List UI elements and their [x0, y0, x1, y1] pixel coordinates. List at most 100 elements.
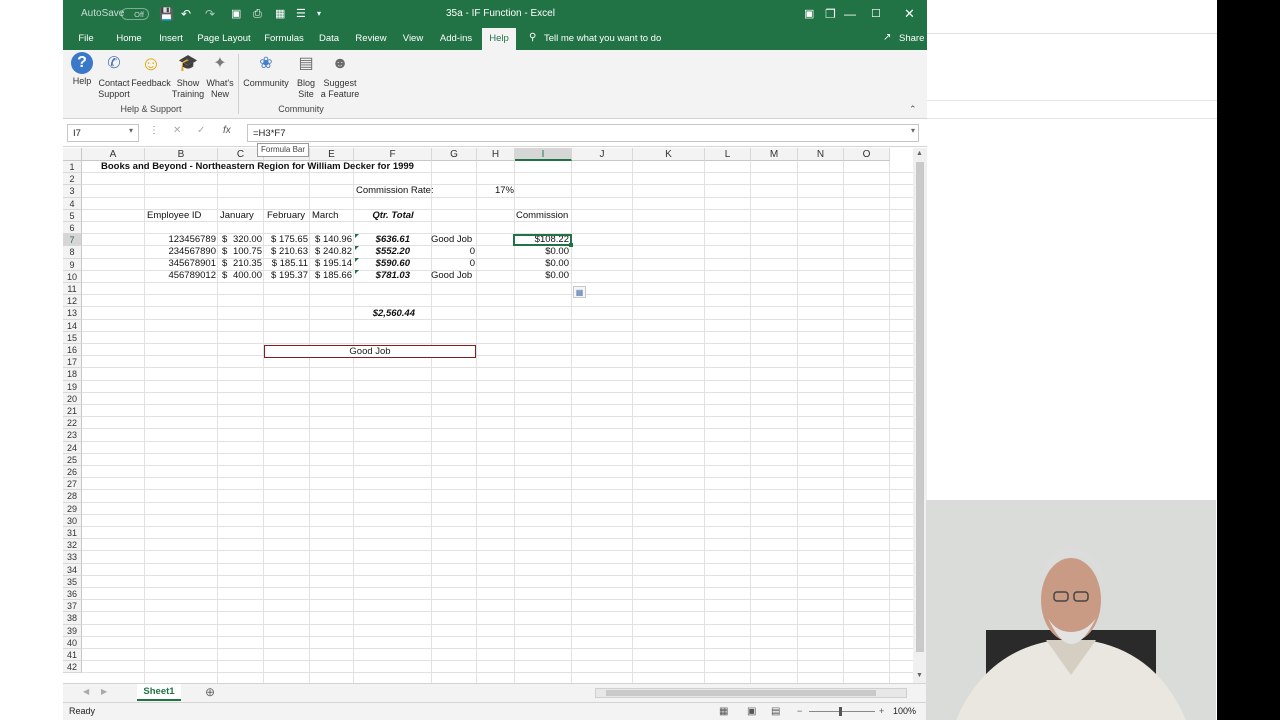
tab-review[interactable]: Review — [353, 28, 389, 50]
row-header-9[interactable]: 9 — [63, 258, 82, 271]
row-header-11[interactable]: 11 — [63, 283, 82, 296]
vertical-scroll-thumb[interactable] — [916, 162, 924, 652]
row-header-3[interactable]: 3 — [63, 185, 82, 198]
row-header-32[interactable]: 32 — [63, 539, 82, 552]
january-cell[interactable]: 400.00 — [229, 270, 262, 282]
screen-clip-icon[interactable]: ▣ — [231, 0, 241, 28]
row-header-37[interactable]: 37 — [63, 600, 82, 613]
column-header-n[interactable]: N — [798, 148, 844, 161]
march-cell[interactable]: $ 195.14 — [311, 258, 352, 270]
error-indicator-icon[interactable] — [355, 246, 359, 250]
fill-handle[interactable] — [569, 243, 573, 247]
expand-formula-bar-icon[interactable]: ▾ — [911, 126, 915, 135]
tab-data[interactable]: Data — [317, 28, 341, 50]
march-cell[interactable]: $ 140.96 — [311, 234, 352, 246]
close-icon[interactable]: ✕ — [904, 0, 915, 28]
print-icon[interactable]: ⎙ — [253, 0, 262, 28]
row-header-22[interactable]: 22 — [63, 417, 82, 430]
commission-rate-label-cell[interactable]: Commission Rate: — [356, 185, 434, 197]
page-layout-view-icon[interactable]: ▣ — [747, 703, 756, 720]
row-header-41[interactable]: 41 — [63, 649, 82, 662]
tab-page-layout[interactable]: Page Layout — [197, 28, 251, 50]
february-cell[interactable]: $ 185.11 — [265, 258, 308, 270]
restore-window-icon[interactable]: ❐ — [825, 0, 836, 28]
blog-site-button[interactable]: ▤ Blog Site — [291, 52, 321, 100]
column-header-f[interactable]: F — [354, 148, 432, 161]
prev-sheet-icon[interactable]: ◀ — [83, 687, 89, 696]
worksheet-grid[interactable]: ABCDEFGHIJKLMNO 123456789101112131415161… — [63, 148, 913, 683]
help-button[interactable]: ? Help — [68, 52, 96, 87]
status-cell[interactable]: 0 — [432, 246, 475, 258]
formula-input[interactable]: =H3*F7 — [247, 124, 919, 142]
feedback-button[interactable]: ☺ Feedback — [131, 52, 171, 89]
commission-cell[interactable]: $0.00 — [515, 270, 569, 282]
column-header-o[interactable]: O — [844, 148, 890, 161]
row-header-1[interactable]: 1 — [63, 161, 82, 174]
row-header-38[interactable]: 38 — [63, 612, 82, 625]
commission-rate-cell[interactable]: 17% — [477, 185, 514, 197]
january-cell[interactable]: 100.75 — [229, 246, 262, 258]
qtr-total-cell[interactable]: $636.61 — [354, 234, 410, 246]
error-indicator-icon[interactable] — [355, 258, 359, 262]
share-button[interactable]: Share — [899, 28, 924, 50]
commission-header-cell[interactable]: Commission — [516, 210, 568, 222]
tab-file[interactable]: File — [71, 28, 101, 50]
horizontal-scrollbar[interactable] — [595, 688, 907, 698]
save-icon[interactable]: 💾 — [159, 0, 174, 28]
february-cell[interactable]: $ 195.37 — [265, 270, 308, 282]
autosave-toggle[interactable]: Off — [121, 8, 149, 20]
employee-id-header-cell[interactable]: Employee ID — [147, 210, 201, 222]
row-header-28[interactable]: 28 — [63, 490, 82, 503]
row-header-15[interactable]: 15 — [63, 331, 82, 344]
qtr-total-cell[interactable]: $590.60 — [354, 258, 410, 270]
row-header-36[interactable]: 36 — [63, 588, 82, 601]
tab-insert[interactable]: Insert — [155, 28, 187, 50]
row-header-23[interactable]: 23 — [63, 429, 82, 442]
column-header-k[interactable]: K — [633, 148, 705, 161]
maximize-icon[interactable]: ☐ — [871, 0, 881, 28]
january-currency-symbol[interactable]: $ — [222, 246, 227, 258]
qtr-total-header-cell[interactable]: Qtr. Total — [354, 210, 432, 222]
grand-total-cell[interactable]: $2,560.44 — [354, 308, 415, 320]
commission-cell[interactable]: $0.00 — [515, 246, 569, 258]
tab-add-ins[interactable]: Add-ins — [437, 28, 475, 50]
ribbon-display-options-icon[interactable]: ▣ — [804, 0, 814, 28]
tab-home[interactable]: Home — [111, 28, 147, 50]
row-header-14[interactable]: 14 — [63, 319, 82, 332]
march-cell[interactable]: $ 240.82 — [311, 246, 352, 258]
tab-help[interactable]: Help — [482, 28, 516, 50]
redo-icon[interactable]: ↷ — [205, 0, 215, 28]
qtr-total-cell[interactable]: $781.03 — [354, 270, 410, 282]
page-break-view-icon[interactable]: ▤ — [771, 703, 780, 720]
commission-cell[interactable]: $0.00 — [515, 258, 569, 270]
january-currency-symbol[interactable]: $ — [222, 270, 227, 282]
show-training-button[interactable]: 🎓 Show Training — [171, 52, 205, 100]
row-header-39[interactable]: 39 — [63, 624, 82, 637]
row-header-27[interactable]: 27 — [63, 478, 82, 491]
column-header-g[interactable]: G — [432, 148, 477, 161]
employee-id-cell[interactable]: 456789012 — [147, 270, 216, 282]
row-header-2[interactable]: 2 — [63, 173, 82, 186]
column-header-b[interactable]: B — [145, 148, 218, 161]
row-header-25[interactable]: 25 — [63, 453, 82, 466]
qtr-total-cell[interactable]: $552.20 — [354, 246, 410, 258]
enter-entry-icon[interactable]: ✓ — [197, 125, 205, 136]
column-header-m[interactable]: M — [751, 148, 798, 161]
column-header-a[interactable]: A — [82, 148, 145, 161]
share-icon[interactable]: ↗ — [883, 32, 891, 43]
error-indicator-icon[interactable] — [355, 270, 359, 274]
employee-id-cell[interactable]: 234567890 — [147, 246, 216, 258]
scroll-up-icon[interactable]: ▲ — [916, 150, 923, 157]
row-header-6[interactable]: 6 — [63, 222, 82, 235]
status-cell[interactable]: Good Job — [431, 234, 472, 246]
row-header-40[interactable]: 40 — [63, 636, 82, 649]
insert-function-icon[interactable]: fx — [223, 125, 231, 136]
tab-view[interactable]: View — [399, 28, 427, 50]
row-header-33[interactable]: 33 — [63, 551, 82, 564]
column-header-l[interactable]: L — [705, 148, 751, 161]
row-header-30[interactable]: 30 — [63, 514, 82, 527]
row-header-7[interactable]: 7 — [63, 234, 82, 247]
status-cell[interactable]: Good Job — [431, 270, 472, 282]
tab-formulas[interactable]: Formulas — [261, 28, 307, 50]
zoom-level[interactable]: 100% — [893, 703, 916, 720]
